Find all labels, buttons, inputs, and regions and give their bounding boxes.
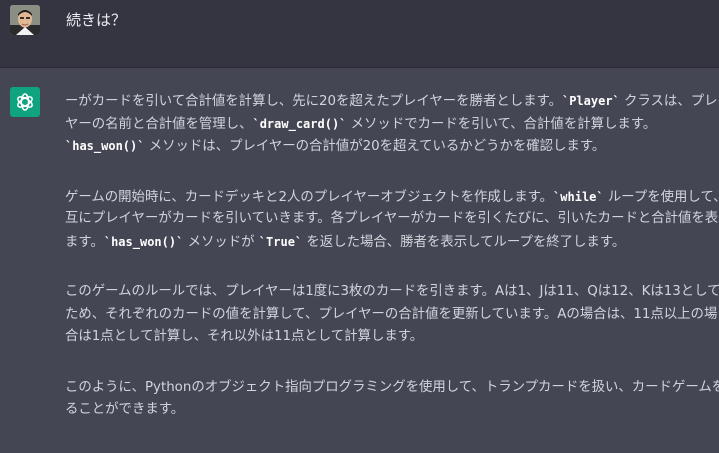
- text-run: メソッドが: [183, 234, 259, 250]
- text-run: ることができます。: [65, 402, 185, 417]
- answer-line: ため、それぞれのカードの値を計算して、プレイヤーの合計値を更新しています。Aの場…: [65, 304, 717, 327]
- text-run: 互にプレイヤーがカードを引いていきます。各プレイヤーがカードを引くたびに、引いた…: [65, 211, 719, 226]
- text-run: メソッドは、プレイヤーの合計値が20を超えているかどうかを確認します。: [144, 139, 606, 154]
- text-run: このゲームのルールでは、プレイヤーは1度に3枚のカードを引きます。Aは1、Jは1…: [65, 284, 719, 299]
- text-run: クラスは、プレイ: [624, 94, 719, 109]
- text-run: ゲームの開始時に、カードデッキと2人のプレイヤーオブジェクトを作成します。: [65, 189, 554, 205]
- inline-code: `Player`: [561, 94, 620, 108]
- chatgpt-logo-icon: [10, 87, 40, 117]
- inline-code: `draw_card()`: [252, 116, 347, 131]
- chat-page: 続きは？ ーがカードを引いて合計値を計算し、先に20を超えたプレイヤーを勝者とし…: [0, 0, 719, 453]
- text-run: ループを使用して、交: [607, 189, 719, 205]
- answer-line: ることができます。: [65, 399, 717, 422]
- inline-code: `while`: [553, 189, 604, 204]
- answer-line: ーがカードを引いて合計値を計算し、先に20を超えたプレイヤーを勝者とします。`P…: [65, 90, 719, 113]
- answer-line: ます。`has_won()` メソッドが `True` を返した場合、勝者を表示…: [65, 231, 717, 254]
- text-run: ます。: [65, 234, 104, 250]
- answer-paragraph: このゲームのルールでは、プレイヤーは1度に3枚のカードを引きます。Aは1、Jは1…: [65, 281, 719, 349]
- text-run: 合は1点として計算し、それ以外は11点として計算します。: [65, 329, 424, 344]
- answer-line: 互にプレイヤーがカードを引いていきます。各プレイヤーがカードを引くたびに、引いた…: [65, 208, 719, 231]
- inline-code: `True`: [258, 234, 303, 249]
- text-run: このように、Pythonのオブジェクト指向プログラミングを使用して、トランプカー…: [65, 379, 719, 395]
- user-message-row: 続きは？: [0, 0, 719, 68]
- assistant-message-text: ーがカードを引いて合計値を計算し、先に20を超えたプレイヤーを勝者とします。`P…: [65, 90, 719, 450]
- user-avatar: [10, 5, 40, 35]
- inline-code: `has_won()`: [103, 234, 184, 249]
- answer-paragraph: ゲームの開始時に、カードデッキと2人のプレイヤーオブジェクトを作成します。`wh…: [65, 186, 719, 254]
- text-run: ーがカードを引いて合計値を計算し、先に20を超えたプレイヤーを勝者とします。: [65, 94, 562, 109]
- assistant-message-row: ーがカードを引いて合計値を計算し、先に20を超えたプレイヤーを勝者とします。`P…: [0, 68, 719, 453]
- text-run: ヤーの名前と合計値を管理し、: [65, 116, 253, 132]
- text-run: メソッドでカードを引いて、合計値を計算します。: [346, 116, 657, 132]
- answer-paragraph: ーがカードを引いて合計値を計算し、先に20を超えたプレイヤーを勝者とします。`P…: [65, 90, 719, 158]
- answer-line: `has_won()` メソッドは、プレイヤーの合計値が20を超えているかどうか…: [65, 135, 717, 158]
- text-run: を返した場合、勝者を表示してループを終了します。: [302, 234, 626, 250]
- answer-line: ヤーの名前と合計値を管理し、`draw_card()` メソッドでカードを引いて…: [65, 113, 717, 136]
- user-message-text: 続きは？: [66, 11, 127, 29]
- answer-line: このゲームのルールでは、プレイヤーは1度に3枚のカードを引きます。Aは1、Jは1…: [65, 281, 719, 304]
- text-run: ため、それぞれのカードの値を計算して、プレイヤーの合計値を更新しています。Aの場…: [65, 306, 718, 322]
- user-photo-icon: [10, 5, 40, 35]
- answer-line: ゲームの開始時に、カードデッキと2人のプレイヤーオブジェクトを作成します。`wh…: [65, 186, 719, 209]
- inline-code: `has_won()`: [65, 139, 145, 153]
- answer-paragraph: このように、Pythonのオブジェクト指向プログラミングを使用して、トランプカー…: [65, 377, 719, 422]
- answer-line: 合は1点として計算し、それ以外は11点として計算します。: [65, 326, 717, 349]
- answer-line: このように、Pythonのオブジェクト指向プログラミングを使用して、トランプカー…: [65, 377, 719, 400]
